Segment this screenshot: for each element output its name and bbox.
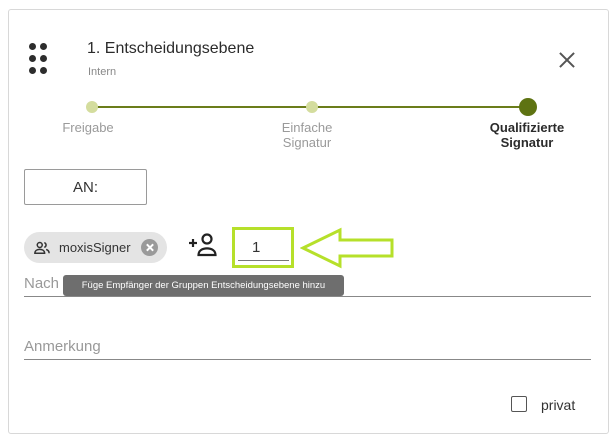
arrow-left-icon (300, 227, 394, 269)
close-icon[interactable] (556, 49, 578, 71)
chip-remove-icon[interactable] (141, 239, 158, 256)
step-label-qualifizierte-signatur: Qualifizierte Signatur (489, 120, 565, 150)
step-dot-einfache-signatur[interactable] (306, 101, 318, 113)
recipient-count-input[interactable] (238, 235, 289, 261)
drag-handle-icon[interactable] (29, 43, 51, 75)
privat-label: privat (541, 397, 576, 413)
privat-checkbox[interactable] (511, 396, 527, 412)
recipient-chip-label: moxisSigner (59, 240, 131, 255)
group-icon (34, 241, 50, 254)
card-subtitle: Intern (88, 66, 117, 78)
recipient-chip[interactable]: moxisSigner (24, 232, 167, 263)
step-label-einfache-signatur: Einfache Signatur (281, 120, 333, 150)
recipient-an-button[interactable]: AN: (24, 169, 147, 205)
card-title: 1. Entscheidungsebene (87, 40, 255, 57)
step-label-freigabe: Freigabe (62, 120, 114, 135)
person-add-icon[interactable] (188, 232, 218, 258)
step-dot-freigabe[interactable] (86, 101, 98, 113)
add-group-recipients-tooltip: Füge Empfänger der Gruppen Entscheidungs… (63, 275, 344, 296)
note-input[interactable] (24, 333, 591, 360)
step-dot-qualifizierte-signatur[interactable] (519, 98, 537, 116)
